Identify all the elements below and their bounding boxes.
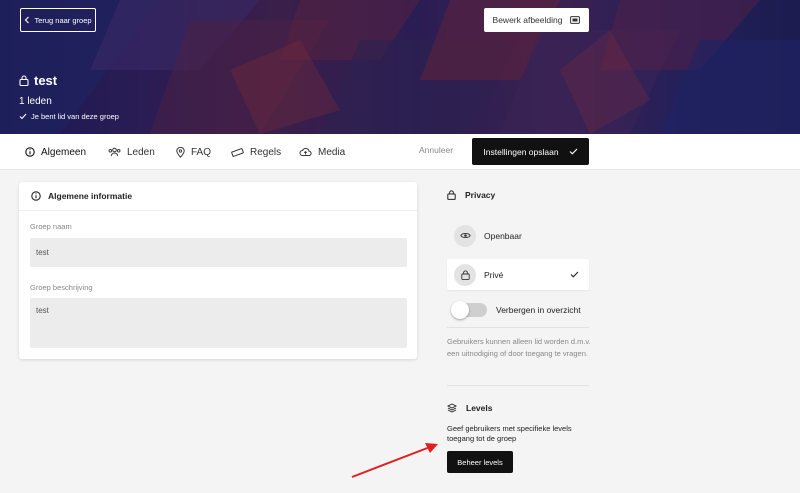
banner-pattern (0, 0, 800, 134)
tab-media[interactable]: Media (299, 134, 345, 170)
cancel-button[interactable]: Annuleer (419, 145, 453, 155)
edit-image-button[interactable]: Bewerk afbeelding (484, 8, 589, 32)
settings-tab-bar: Algemeen Leden FAQ Regels Media (0, 134, 800, 170)
general-info-header: Algemene informatie (19, 182, 417, 211)
map-pin-icon (176, 146, 185, 158)
divider (447, 385, 589, 386)
tab-label: Leden (127, 146, 155, 158)
group-name: test (34, 73, 58, 88)
privacy-option-prive[interactable]: Privé (447, 259, 589, 290)
membership-status-label: Je bent lid van deze groep (31, 112, 119, 121)
divider (447, 327, 589, 328)
membership-status: Je bent lid van deze groep (19, 112, 119, 121)
back-to-group-button[interactable]: Terug naar groep (20, 8, 96, 32)
tab-leden[interactable]: Leden (108, 134, 155, 170)
lock-icon (19, 75, 29, 86)
privacy-option-openbaar[interactable]: Openbaar (447, 220, 589, 251)
group-name-label: Groep naam (30, 222, 72, 231)
check-icon (19, 113, 27, 120)
levels-title: Levels (466, 403, 493, 413)
privacy-note: Gebruikers kunnen alleen lid worden d.m.… (447, 337, 591, 358)
hide-in-overview-label: Verbergen in overzicht (496, 305, 581, 315)
manage-levels-button[interactable]: Beheer levels (447, 451, 513, 473)
group-title: test (19, 73, 57, 88)
hide-in-overview-row: Verbergen in overzicht (451, 301, 581, 319)
users-icon (108, 147, 121, 157)
group-description-label: Groep beschrijving (30, 283, 93, 292)
tab-label: Regels (250, 146, 282, 158)
privacy-title: Privacy (465, 190, 496, 200)
privacy-heading: Privacy (447, 190, 495, 200)
eye-icon (454, 224, 476, 247)
save-settings-button[interactable]: Instellingen opslaan (472, 138, 589, 165)
tab-regels[interactable]: Regels (231, 134, 281, 170)
tab-faq[interactable]: FAQ (176, 134, 211, 170)
cloud-upload-icon (299, 147, 312, 157)
image-icon (570, 16, 581, 24)
info-icon (31, 191, 41, 201)
check-icon (569, 148, 578, 155)
group-description-field[interactable]: test (30, 298, 407, 348)
tab-label: FAQ (191, 146, 212, 158)
privacy-option-label: Privé (484, 269, 504, 280)
info-icon (25, 147, 35, 157)
ruler-icon (231, 147, 244, 157)
chevron-left-icon (24, 16, 30, 24)
edit-image-label: Bewerk afbeelding (492, 15, 563, 25)
levels-description: Geef gebruikers met specifieke levels to… (447, 424, 572, 443)
privacy-option-label: Openbaar (484, 230, 522, 241)
group-header-banner (0, 0, 800, 134)
general-info-card: Algemene informatie Groep naam test Groe… (19, 182, 417, 359)
member-count: 1 leden (19, 96, 52, 107)
back-button-label: Terug naar groep (34, 15, 92, 25)
tab-label: Media (318, 146, 346, 158)
save-settings-label: Instellingen opslaan (483, 146, 559, 157)
general-info-title: Algemene informatie (48, 191, 133, 201)
lock-icon (447, 190, 456, 200)
tab-label: Algemeen (41, 146, 87, 158)
tab-algemeen[interactable]: Algemeen (25, 134, 86, 170)
lock-icon (454, 263, 476, 286)
levels-heading: Levels (447, 403, 492, 413)
group-name-field[interactable]: test (30, 238, 407, 267)
toggle-knob (451, 301, 469, 319)
check-icon (570, 271, 579, 278)
layers-icon (447, 403, 457, 413)
hide-in-overview-toggle[interactable] (451, 301, 487, 319)
